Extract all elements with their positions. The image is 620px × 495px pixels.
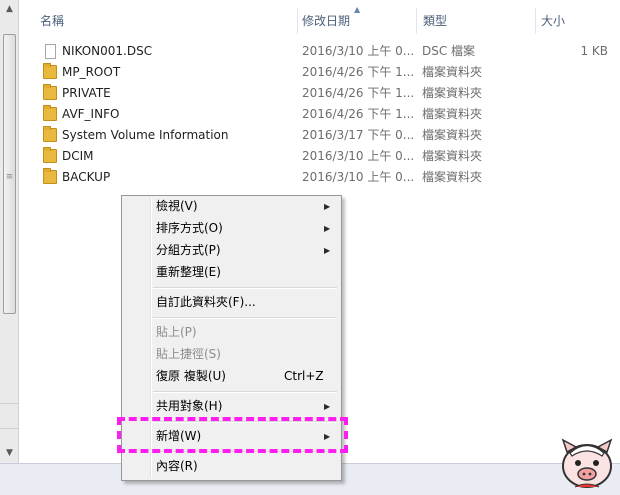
menu-item-label: 分組方式(P): [156, 243, 221, 257]
scroll-up-arrow-icon[interactable]: ▲: [3, 2, 16, 16]
column-header-size[interactable]: 大小: [541, 8, 565, 34]
document-icon: [45, 44, 56, 59]
menu-item-refresh[interactable]: 重新整理(E): [124, 262, 339, 283]
folder-icon: [43, 126, 57, 142]
file-row[interactable]: DCIM 2016/3/10 上午 0... 檔案資料夾: [20, 146, 620, 167]
menu-item-label: 復原 複製(U): [156, 369, 226, 383]
file-name: System Volume Information: [62, 128, 229, 142]
file-date: 2016/3/10 上午 0...: [302, 149, 415, 163]
menu-item-paste: 貼上(P): [124, 322, 339, 343]
file-type: 檔案資料夾: [422, 170, 483, 184]
menu-item-share-with[interactable]: 共用對象(H) ▶: [124, 396, 339, 417]
file-name: PRIVATE: [62, 86, 111, 100]
file-date: 2016/4/26 下午 1...: [302, 65, 415, 79]
menu-item-label: 重新整理(E): [156, 265, 221, 279]
menu-item-label: 內容(R): [156, 459, 198, 473]
file-type: 檔案資料夾: [422, 149, 483, 163]
submenu-arrow-icon: ▶: [324, 402, 331, 411]
file-date: 2016/4/26 下午 1...: [302, 86, 415, 100]
file-date: 2016/4/26 下午 1...: [302, 107, 415, 121]
menu-item-properties[interactable]: 內容(R): [124, 456, 339, 477]
file-type: 檔案資料夾: [422, 65, 483, 79]
file-type: 檔案資料夾: [422, 107, 483, 121]
scrollbar-thumb[interactable]: ≡: [3, 34, 16, 314]
file-type: 檔案資料夾: [422, 86, 483, 100]
menu-item-undo-copy[interactable]: 復原 複製(U) Ctrl+Z: [124, 366, 339, 387]
menu-item-label: 共用對象(H): [156, 399, 223, 413]
menu-item-label: 排序方式(O): [156, 221, 223, 235]
column-header-type[interactable]: 類型: [423, 8, 447, 34]
sort-ascending-icon: ▲: [354, 5, 361, 14]
menu-item-shortcut: Ctrl+Z: [284, 369, 324, 383]
vertical-scrollbar[interactable]: ▲ ≡ ▼: [0, 0, 19, 463]
menu-item-group-by[interactable]: 分組方式(P) ▶: [124, 240, 339, 261]
file-row[interactable]: MP_ROOT 2016/4/26 下午 1... 檔案資料夾: [20, 62, 620, 83]
folder-icon: [43, 168, 57, 184]
menu-item-label: 貼上(P): [156, 325, 197, 339]
file-name: MP_ROOT: [62, 65, 121, 79]
column-divider[interactable]: [416, 8, 417, 34]
folder-icon: [43, 84, 57, 100]
pig-mascot-icon: [561, 438, 613, 488]
menu-item-sort-by[interactable]: 排序方式(O) ▶: [124, 218, 339, 239]
scrollbar-divider: [0, 428, 19, 429]
column-divider[interactable]: [535, 8, 536, 34]
file-row[interactable]: System Volume Information 2016/3/17 下午 0…: [20, 125, 620, 146]
file-name: NIKON001.DSC: [62, 44, 153, 58]
menu-separator: [153, 317, 337, 319]
file-size: 1 KB: [580, 44, 608, 58]
menu-item-label: 貼上捷徑(S): [156, 347, 221, 361]
menu-item-view[interactable]: 檢視(V) ▶: [124, 196, 339, 217]
highlight-box: [117, 417, 348, 453]
file-name: DCIM: [62, 149, 94, 163]
file-type: 檔案資料夾: [422, 128, 483, 142]
submenu-arrow-icon: ▶: [324, 246, 331, 255]
folder-icon: [43, 63, 57, 79]
submenu-arrow-icon: ▶: [324, 224, 331, 233]
file-date: 2016/3/17 下午 0...: [302, 128, 415, 142]
file-row[interactable]: BACKUP 2016/3/10 上午 0... 檔案資料夾: [20, 167, 620, 188]
menu-separator: [153, 287, 337, 289]
menu-item-paste-shortcut: 貼上捷徑(S): [124, 344, 339, 365]
menu-item-label: 檢視(V): [156, 199, 198, 213]
file-date: 2016/3/10 上午 0...: [302, 170, 415, 184]
file-name: AVF_INFO: [62, 107, 120, 121]
grip-icon: ≡: [5, 172, 14, 182]
menu-item-label: 自訂此資料夾(F)...: [156, 295, 256, 309]
menu-item-customize-folder[interactable]: 自訂此資料夾(F)...: [124, 292, 339, 313]
column-header-name[interactable]: 名稱: [40, 8, 64, 34]
folder-icon: [43, 105, 57, 121]
file-name: BACKUP: [62, 170, 111, 184]
column-header-date[interactable]: 修改日期: [302, 8, 350, 34]
folder-icon: [43, 147, 57, 163]
scrollbar-divider: [0, 403, 19, 404]
file-date: 2016/3/10 上午 0...: [302, 44, 415, 58]
file-type: DSC 檔案: [422, 44, 476, 58]
file-row[interactable]: NIKON001.DSC 2016/3/10 上午 0... DSC 檔案 1 …: [20, 41, 620, 62]
file-row[interactable]: PRIVATE 2016/4/26 下午 1... 檔案資料夾: [20, 83, 620, 104]
column-divider[interactable]: [297, 8, 298, 34]
menu-separator: [153, 391, 337, 393]
scroll-down-arrow-icon[interactable]: ▼: [3, 446, 16, 460]
file-row[interactable]: AVF_INFO 2016/4/26 下午 1... 檔案資料夾: [20, 104, 620, 125]
submenu-arrow-icon: ▶: [324, 202, 331, 211]
